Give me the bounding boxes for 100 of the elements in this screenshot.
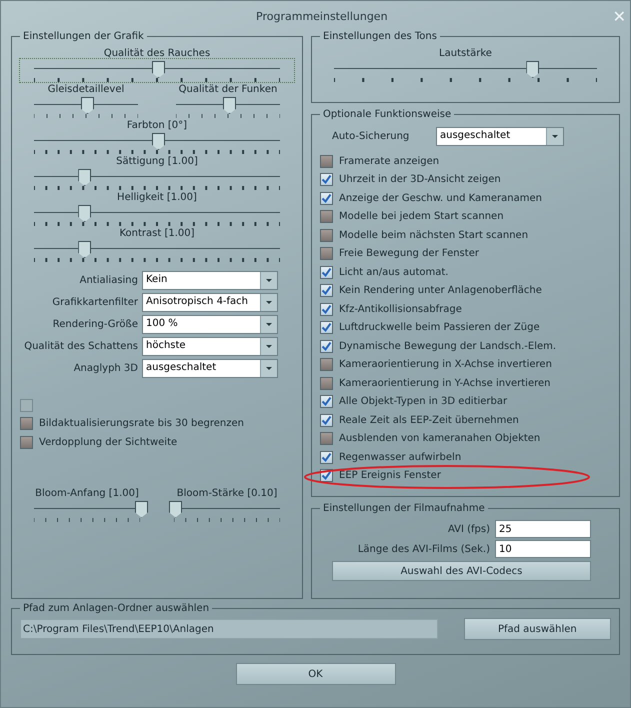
checkmark-icon <box>321 470 332 482</box>
checkbox-label: Bildaktualisierungsrate bis 30 begrenzen <box>39 418 244 430</box>
slider-label: Bloom-Anfang [1.00] <box>34 488 140 498</box>
slider-thumb[interactable] <box>152 61 165 78</box>
dropdown-value: ausgeschaltet <box>145 361 218 375</box>
window-title: Programmeinstellungen <box>255 10 389 22</box>
checkmark-icon <box>321 174 332 186</box>
codec-button[interactable]: Auswahl des AVI-Codecs <box>332 561 591 582</box>
checkbox[interactable] <box>20 436 33 449</box>
dropdown[interactable]: 100 % <box>142 315 278 334</box>
checkmark-icon <box>321 322 332 334</box>
group-title: Einstellungen des Tons <box>322 31 438 42</box>
checkbox-label: Luftdruckwelle beim Passieren der Züge <box>339 322 540 334</box>
dropdown-value: Kein <box>145 273 168 287</box>
input-field[interactable]: 10 <box>495 540 591 558</box>
checkmark-icon <box>321 340 332 352</box>
slider-label: Bloom-Stärke [0.10] <box>176 488 278 498</box>
checkbox[interactable] <box>320 358 333 372</box>
slider-label: Gleisdetaillevel <box>46 84 126 95</box>
checkbox-label: Modelle bei jedem Start scannen <box>339 211 504 222</box>
group-title: Optionale Funktionsweise <box>322 108 452 120</box>
dropdown-value: Anisotropisch 4-fach <box>145 295 250 309</box>
dropdown[interactable]: ausgeschaltet <box>436 126 564 146</box>
dropdown-label: Rendering-Größe <box>52 319 138 330</box>
slider-thumb[interactable] <box>78 241 92 258</box>
checkmark-icon <box>321 304 332 315</box>
dropdown-label: Anaglyph 3D <box>72 363 138 374</box>
slider-thumb[interactable] <box>81 97 94 114</box>
dropdown-value: 100 % <box>145 317 179 331</box>
checkbox[interactable] <box>320 395 333 408</box>
checkmark-icon <box>321 266 332 278</box>
checkbox-label: Anzeige der Geschw. und Kameranamen <box>339 192 542 204</box>
checkmark-icon <box>321 414 332 426</box>
input-field[interactable]: 25 <box>495 520 591 538</box>
slider-label: Kontrast [1.00] <box>118 228 196 239</box>
dropdown-label: Grafikkartenfilter <box>51 297 138 308</box>
slider-thumb[interactable] <box>135 500 148 518</box>
checkbox[interactable] <box>320 414 333 427</box>
checkbox[interactable] <box>320 321 333 334</box>
checkbox-label: Ausblenden von kameranahen Objekten <box>339 433 540 444</box>
slider-label: Sättigung [1.00] <box>115 156 199 167</box>
checkbox-label: Kameraorientierung in Y-Achse invertieren <box>339 378 550 389</box>
checkmark-icon <box>321 192 332 204</box>
checkmark-icon <box>321 285 332 296</box>
checkbox[interactable] <box>320 154 333 168</box>
checkbox[interactable] <box>320 266 333 279</box>
dropdown-label: Antialiasing <box>78 275 138 286</box>
dropdown[interactable]: Kein <box>142 271 278 290</box>
slider-thumb[interactable] <box>152 133 165 150</box>
slider-label: Qualität des Rauches <box>102 48 212 59</box>
checkbox-label: Kein Rendering unter Anlagenoberfläche <box>339 285 542 296</box>
checkbox[interactable] <box>320 284 333 298</box>
checkbox-label: Reale Zeit als EEP-Zeit übernehmen <box>339 414 519 426</box>
checkbox[interactable] <box>320 302 333 316</box>
checkbox[interactable] <box>320 450 333 464</box>
dropdown[interactable]: Anisotropisch 4-fach <box>142 293 278 312</box>
checkbox-label: Kameraorientierung in X-Achse invertieren <box>339 359 552 370</box>
caret-icon <box>260 272 277 289</box>
checkmark-icon <box>321 396 332 408</box>
dropdown-label: Qualität des Schattens <box>23 341 138 352</box>
slider-thumb[interactable] <box>78 169 92 186</box>
slider-thumb[interactable] <box>223 97 236 114</box>
group-title: Pfad zum Anlagen-Ordner auswählen <box>22 603 210 614</box>
ok-button[interactable]: OK <box>236 663 396 685</box>
checkbox-label: EEP Ereignis Fenster <box>339 470 441 482</box>
checkbox[interactable] <box>320 192 333 205</box>
checkbox-label: Uhrzeit in der 3D-Ansicht zeigen <box>339 174 501 186</box>
checkbox-label: Regenwasser aufwirbeln <box>339 452 462 463</box>
checkbox[interactable] <box>20 417 33 430</box>
group-title: Einstellungen der Filmaufnahme <box>322 503 486 514</box>
slider-label: Qualität der Funken <box>178 84 278 95</box>
browse-button[interactable]: Pfad auswählen <box>464 618 611 640</box>
checkbox-label: Alle Objekt-Typen in 3D editierbar <box>339 396 508 408</box>
checkbox-label: Verdopplung der Sichtweite <box>39 436 178 448</box>
checkbox[interactable] <box>320 376 333 390</box>
checkbox[interactable] <box>320 247 333 260</box>
checkbox[interactable] <box>320 432 333 446</box>
checkbox-label: Framerate anzeigen <box>339 156 440 167</box>
slider-thumb[interactable] <box>78 205 92 222</box>
field-label: Länge des AVI-Films (Sek.) <box>358 544 490 555</box>
field-label: AVI (fps) <box>448 524 490 535</box>
caret-icon <box>260 316 277 333</box>
checkbox[interactable] <box>320 210 333 224</box>
dropdown[interactable]: höchste <box>142 337 278 356</box>
slider-label: Farbton [0°] <box>126 120 188 131</box>
dropdown-value: höchste <box>145 339 187 353</box>
dropdown[interactable]: ausgeschaltet <box>142 359 278 378</box>
checkbox[interactable] <box>320 340 333 353</box>
caret-icon <box>260 294 277 311</box>
checkmark-icon <box>321 452 332 463</box>
slider-thumb[interactable] <box>526 61 540 78</box>
slider-label: Helligkeit [1.00] <box>116 192 198 203</box>
dropdown-value: ausgeschaltet <box>439 128 512 143</box>
checkbox[interactable] <box>320 173 333 186</box>
checkbox[interactable] <box>320 228 333 242</box>
checkbox-label: Kfz-Antikollisionsabfrage <box>339 304 462 315</box>
checkbox-label: Dynamische Bewegung der Landsch.-Elem. <box>339 340 556 352</box>
path-field[interactable]: C:\Program Files\Trend\EEP10\Anlagen <box>20 619 438 639</box>
group-title: Einstellungen der Grafik <box>22 31 145 42</box>
slider-thumb[interactable] <box>169 500 182 518</box>
